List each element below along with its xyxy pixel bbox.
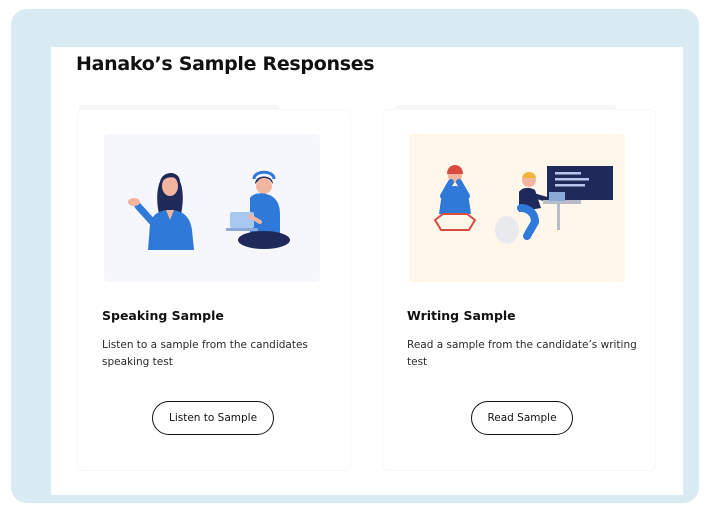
listen-to-sample-button[interactable]: Listen to Sample [152, 401, 274, 435]
speaking-sample-title: Speaking Sample [102, 308, 224, 323]
read-sample-button[interactable]: Read Sample [471, 401, 573, 435]
sample-responses-panel: Hanako’s Sample Responses Speaking Sampl… [51, 47, 683, 495]
writing-sample-card: Writing Sample Read a sample from the ca… [382, 109, 656, 471]
speaking-sample-description: Listen to a sample from the candidates s… [102, 339, 308, 368]
speaking-illustration [104, 134, 320, 282]
writing-sample-description: Read a sample from the candidate’s writi… [407, 339, 637, 368]
writing-illustration [409, 134, 625, 282]
writing-illustration-graphic [433, 165, 613, 244]
writing-sample-title: Writing Sample [407, 308, 516, 323]
speaking-illustration-graphic [128, 170, 290, 250]
page-title: Hanako’s Sample Responses [76, 53, 375, 75]
outer-frame: Hanako’s Sample Responses Speaking Sampl… [11, 9, 699, 503]
speaking-sample-card: Speaking Sample Listen to a sample from … [77, 109, 351, 471]
